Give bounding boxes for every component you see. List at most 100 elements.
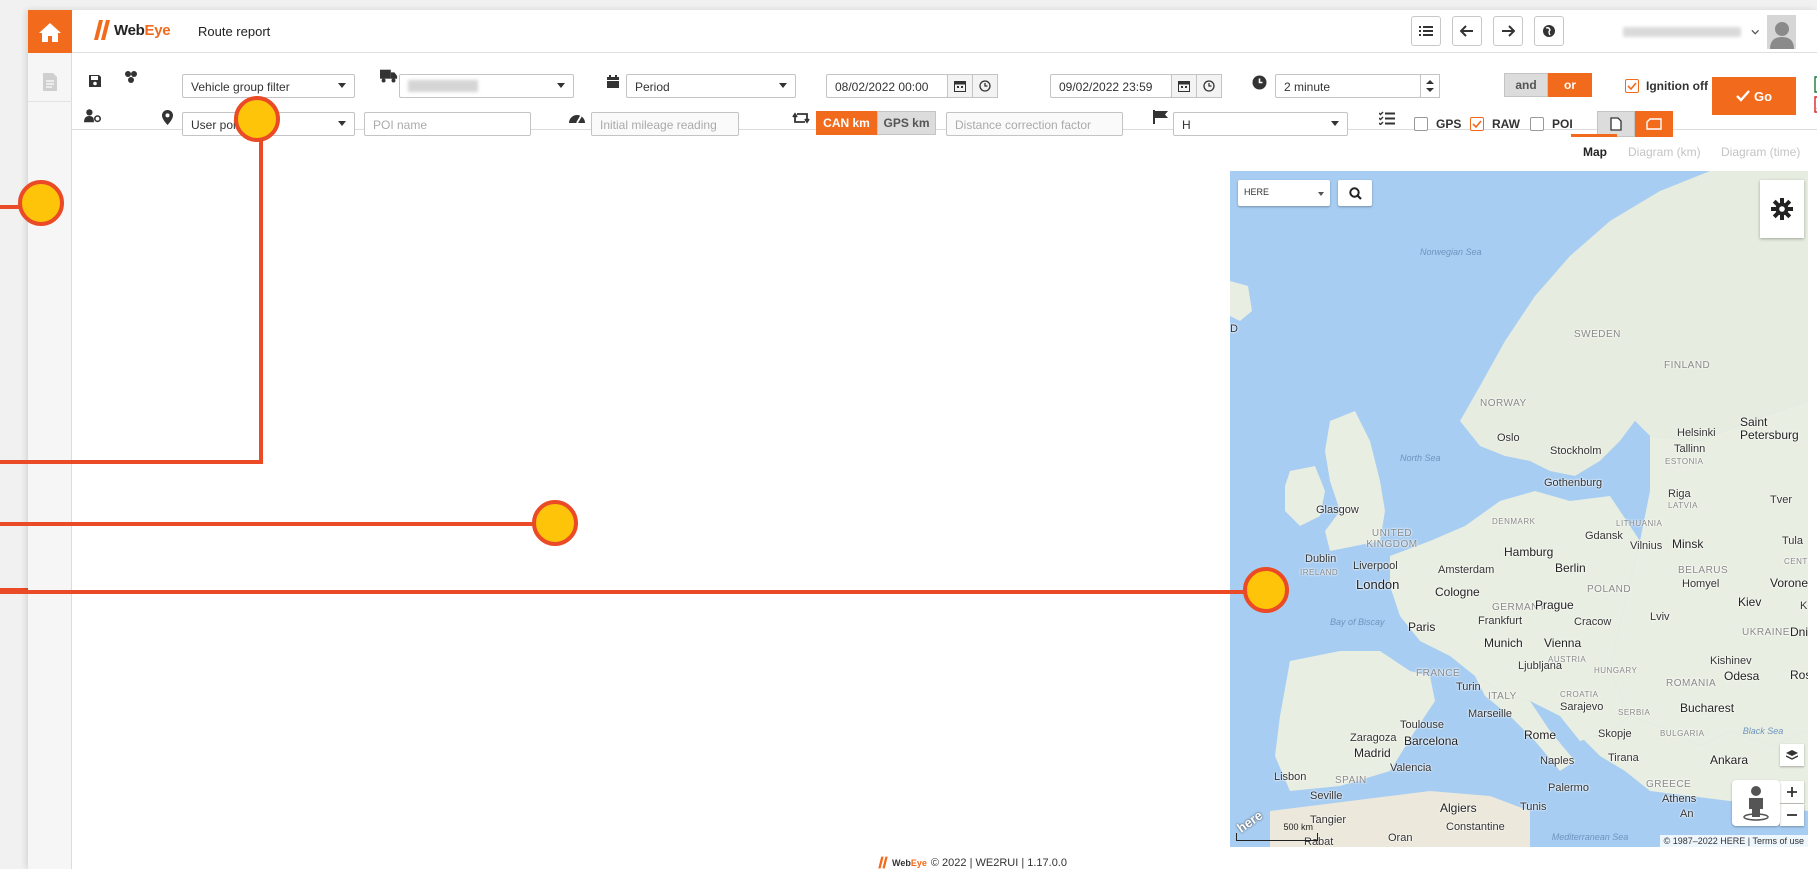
interval-stepper[interactable]: 2 minute bbox=[1275, 74, 1421, 98]
interval-spinner-button[interactable] bbox=[1420, 74, 1440, 98]
map-label-minsk: Minsk bbox=[1672, 537, 1704, 551]
map-label-valencia: Valencia bbox=[1390, 762, 1432, 774]
map-layers-button[interactable] bbox=[1780, 744, 1804, 766]
webeye-logo[interactable]: WebEye bbox=[94, 19, 171, 41]
map-label-seville: Seville bbox=[1310, 790, 1343, 802]
vehicle-select[interactable] bbox=[399, 74, 574, 98]
map-label-belarus: BELARUS bbox=[1678, 565, 1729, 576]
report-document-button[interactable] bbox=[28, 62, 72, 102]
map-label-tallinn: Tallinn bbox=[1674, 443, 1706, 455]
street-view-pegman-button[interactable] bbox=[1732, 780, 1780, 826]
map-copyright[interactable]: © 1987–2022 HERE | Terms of use bbox=[1659, 835, 1808, 847]
map-settings-button[interactable] bbox=[1760, 180, 1804, 238]
list-button[interactable] bbox=[1411, 16, 1441, 46]
tab-diagram-time[interactable]: Diagram (time) bbox=[1721, 145, 1800, 159]
user-menu[interactable] bbox=[1611, 14, 1796, 49]
user-settings-icon bbox=[84, 109, 102, 123]
map-label-k: K bbox=[1800, 600, 1808, 612]
webeye-logo-mark-icon bbox=[94, 20, 110, 40]
map-label-hamburg: Hamburg bbox=[1504, 545, 1554, 559]
map-label-voronezh: Vorone bbox=[1770, 576, 1808, 590]
distance-correction-input[interactable]: Distance correction factor bbox=[946, 112, 1123, 136]
footer-logo: WebEye bbox=[892, 857, 927, 868]
map-label-paris: Paris bbox=[1408, 620, 1436, 634]
landscape-layout-button[interactable] bbox=[1635, 111, 1673, 137]
poi-checkbox[interactable] bbox=[1530, 117, 1544, 131]
map-label-latvia: LATVIA bbox=[1668, 501, 1698, 510]
checkmark-icon bbox=[1472, 120, 1482, 128]
period-select[interactable]: Period bbox=[626, 74, 796, 98]
map-label-dnipro: Dni bbox=[1790, 625, 1808, 639]
minus-icon bbox=[1787, 814, 1797, 816]
map-label-black-sea: Black Sea bbox=[1742, 726, 1784, 736]
date-to-input[interactable]: 09/02/2022 23:59 bbox=[1050, 74, 1172, 98]
home-button[interactable] bbox=[28, 10, 72, 53]
go-button[interactable]: Go bbox=[1712, 77, 1796, 115]
date-to-time-button[interactable] bbox=[1196, 74, 1222, 98]
map-label-mediterranean: Mediterranean Sea bbox=[1551, 832, 1629, 842]
map-label-liverpool: Liverpool bbox=[1353, 560, 1398, 572]
gps-km-toggle[interactable]: GPS km bbox=[877, 111, 936, 135]
user-settings-button[interactable] bbox=[84, 107, 102, 125]
map-search-button[interactable] bbox=[1338, 180, 1372, 206]
arrow-right-icon bbox=[1502, 25, 1515, 37]
ignition-off-checkbox[interactable] bbox=[1625, 79, 1639, 93]
map-label-sarajevo: Sarajevo bbox=[1560, 701, 1604, 713]
save-button[interactable] bbox=[86, 72, 104, 90]
flag-select[interactable]: H bbox=[1173, 112, 1348, 136]
map-provider-select[interactable]: HERE bbox=[1238, 180, 1330, 206]
vehicle-group-filter-select[interactable]: Vehicle group filter bbox=[182, 74, 355, 98]
map-label-kishinev: Kishinev bbox=[1710, 655, 1752, 667]
pdf-export-button[interactable] bbox=[1812, 95, 1817, 113]
search-icon bbox=[1348, 186, 1362, 200]
speedometer-icon bbox=[568, 109, 586, 127]
excel-export-button[interactable] bbox=[1812, 75, 1817, 93]
map-label-skopje: Skopje bbox=[1598, 728, 1632, 740]
map-label-algiers: Algiers bbox=[1440, 801, 1477, 815]
language-button[interactable] bbox=[1534, 16, 1564, 46]
map-label-amsterdam: Amsterdam bbox=[1438, 564, 1495, 576]
and-toggle[interactable]: and bbox=[1504, 73, 1548, 97]
map-label-lisbon: Lisbon bbox=[1274, 771, 1307, 783]
map-label-uk: UNITED KINGDOM bbox=[1366, 528, 1418, 550]
map-label-norwegian-sea: Norwegian Sea bbox=[1420, 247, 1482, 257]
map-label-romania: ROMANIA bbox=[1666, 678, 1717, 689]
back-button[interactable] bbox=[1452, 16, 1482, 46]
date-to-calendar-button[interactable] bbox=[1171, 74, 1197, 98]
footer-text: © 2022 | WE2RUI | 1.17.0.0 bbox=[930, 856, 1067, 869]
map-label-spain: SPAIN bbox=[1335, 775, 1367, 786]
date-from-calendar-button[interactable] bbox=[947, 74, 973, 98]
map-view[interactable]: Norwegian Sea North Sea Bay of Biscay Bl… bbox=[1230, 171, 1808, 847]
list-icon bbox=[1419, 26, 1433, 36]
map-label-dublin: Dublin bbox=[1305, 553, 1337, 565]
truck-icon bbox=[380, 67, 398, 85]
layers-icon bbox=[1786, 750, 1798, 760]
chevron-down-icon bbox=[1751, 29, 1759, 35]
map-label-croatia: CROATIA bbox=[1560, 690, 1599, 699]
forward-button[interactable] bbox=[1493, 16, 1523, 46]
globe-icon bbox=[1543, 25, 1555, 37]
calendar-icon bbox=[1178, 81, 1190, 92]
gps-checkbox[interactable] bbox=[1414, 117, 1428, 131]
tab-diagram-km[interactable]: Diagram (km) bbox=[1628, 145, 1701, 159]
map-label-toulouse: Toulouse bbox=[1400, 719, 1445, 731]
date-from-time-button[interactable] bbox=[972, 74, 998, 98]
zoom-in-button[interactable] bbox=[1780, 781, 1804, 803]
poi-label: POI bbox=[1552, 117, 1573, 131]
map-label-hungary: HUNGARY bbox=[1594, 666, 1638, 675]
annotation-line-report-area bbox=[0, 522, 540, 526]
vehicle-group-icon bbox=[122, 68, 140, 86]
page-title: Route report bbox=[198, 24, 271, 39]
poi-name-input[interactable]: POI name bbox=[364, 112, 531, 136]
map-label-tver: Tver bbox=[1770, 494, 1792, 506]
map-label-stockholm: Stockholm bbox=[1550, 445, 1602, 457]
date-from-input[interactable]: 08/02/2022 00:00 bbox=[826, 74, 948, 98]
tab-map[interactable]: Map bbox=[1583, 145, 1607, 159]
initial-mileage-input[interactable]: Initial mileage reading bbox=[591, 112, 739, 136]
zoom-out-button[interactable] bbox=[1780, 804, 1804, 826]
map-label-frankfurt: Frankfurt bbox=[1478, 615, 1523, 627]
can-km-toggle[interactable]: CAN km bbox=[816, 111, 877, 135]
or-toggle[interactable]: or bbox=[1548, 73, 1592, 97]
raw-checkbox[interactable] bbox=[1470, 117, 1484, 131]
map-label-odesa: Odesa bbox=[1724, 669, 1760, 683]
